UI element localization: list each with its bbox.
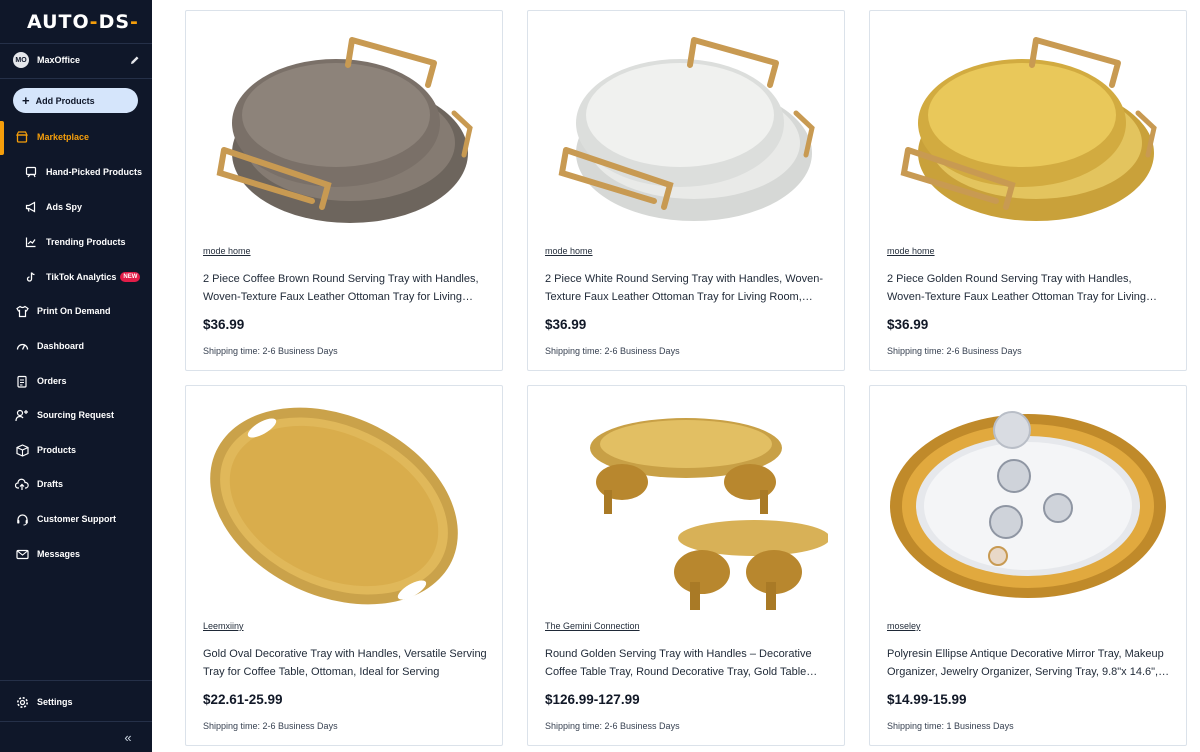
logo-prefix: AUTO xyxy=(27,11,90,33)
sidebar-item-label: Products xyxy=(37,445,77,455)
product-title[interactable]: 2 Piece Coffee Brown Round Serving Tray … xyxy=(203,271,488,306)
tiktok-icon xyxy=(24,270,38,284)
product-card[interactable]: mode home 2 Piece White Round Serving Tr… xyxy=(527,10,845,371)
avatar: MO xyxy=(13,52,29,68)
divider xyxy=(0,43,152,44)
logo-suffix: DS xyxy=(98,11,131,33)
sidebar-item-label: Ads Spy xyxy=(46,202,83,212)
product-brand[interactable]: mode home xyxy=(545,246,593,256)
product-brand[interactable]: The Gemini Connection xyxy=(545,621,640,631)
sidebar-item-label: Marketplace xyxy=(37,132,90,142)
product-shipping-time: Shipping time: 2-6 Business Days xyxy=(545,346,680,356)
product-brand[interactable]: mode home xyxy=(887,246,935,256)
sidebar-item-messages[interactable]: Messages xyxy=(0,539,152,569)
product-title[interactable]: Gold Oval Decorative Tray with Handles, … xyxy=(203,646,488,681)
divider xyxy=(0,680,152,681)
product-brand[interactable]: mode home xyxy=(203,246,251,256)
gear-icon xyxy=(15,695,29,709)
product-card[interactable]: Leemxiiny Gold Oval Decorative Tray with… xyxy=(185,385,503,746)
account-name: MaxOffice xyxy=(37,55,81,65)
product-shipping-time: Shipping time: 1 Business Days xyxy=(887,721,1014,731)
add-products-label: Add Products xyxy=(35,95,95,106)
product-price: $22.61-25.99 xyxy=(203,692,283,707)
product-card[interactable]: mode home 2 Piece Coffee Brown Round Ser… xyxy=(185,10,503,371)
plus-icon: + xyxy=(22,93,30,108)
sidebar-item-label: Hand-Picked Products xyxy=(46,167,143,177)
product-brand[interactable]: Leemxiiny xyxy=(203,621,244,631)
mirror-tray-image[interactable] xyxy=(886,400,1170,612)
pencil-icon[interactable] xyxy=(129,54,141,66)
sidebar-item-products[interactable]: Products xyxy=(0,435,152,465)
divider xyxy=(0,721,152,722)
cloud-upload-icon xyxy=(15,477,29,491)
sidebar: AUTO - DS - MO MaxOffice + Add Products Mar… xyxy=(0,0,152,752)
logo-dash: - xyxy=(130,11,139,33)
box-icon xyxy=(15,443,29,457)
megaphone-icon xyxy=(24,200,38,214)
sidebar-item-label: Orders xyxy=(37,376,67,386)
elephant-tray-image[interactable] xyxy=(544,400,828,612)
sidebar-item-hand-picked-products[interactable]: Hand-Picked Products xyxy=(0,157,152,187)
product-price: $36.99 xyxy=(203,317,245,332)
trending-chart-icon xyxy=(24,235,38,249)
add-products-button[interactable]: + Add Products xyxy=(13,88,138,113)
clipboard-icon xyxy=(15,374,29,388)
product-brand[interactable]: moseley xyxy=(887,621,921,631)
envelope-icon xyxy=(15,547,29,561)
sourcing-icon xyxy=(15,408,29,422)
product-shipping-time: Shipping time: 2-6 Business Days xyxy=(203,346,338,356)
hand-picked-icon xyxy=(24,165,38,179)
white-tray-image[interactable] xyxy=(544,25,828,237)
product-shipping-time: Shipping time: 2-6 Business Days xyxy=(545,721,680,731)
sidebar-item-label: Trending Products xyxy=(46,237,126,247)
sidebar-item-print-on-demand[interactable]: Print On Demand xyxy=(0,296,152,326)
product-shipping-time: Shipping time: 2-6 Business Days xyxy=(203,721,338,731)
product-card[interactable]: moseley Polyresin Ellipse Antique Decora… xyxy=(869,385,1187,746)
sidebar-item-ads-spy[interactable]: Ads Spy xyxy=(0,192,152,222)
sidebar-item-drafts[interactable]: Drafts xyxy=(0,469,152,499)
autods-logo[interactable]: AUTO - DS - xyxy=(27,10,139,34)
product-shipping-time: Shipping time: 2-6 Business Days xyxy=(887,346,1022,356)
sidebar-item-tiktok-analytics[interactable]: TikTok Analytics NEW xyxy=(0,262,152,292)
sidebar-item-label: Customer Support xyxy=(37,514,117,524)
sidebar-item-settings[interactable]: Settings xyxy=(0,687,152,717)
sidebar-item-trending-products[interactable]: Trending Products xyxy=(0,227,152,257)
headset-icon xyxy=(15,512,29,526)
sidebar-item-label: Drafts xyxy=(37,479,64,489)
sidebar-item-label: Dashboard xyxy=(37,341,85,351)
sidebar-item-label: Print On Demand xyxy=(37,306,111,316)
product-card[interactable]: mode home 2 Piece Golden Round Serving T… xyxy=(869,10,1187,371)
product-title[interactable]: 2 Piece Golden Round Serving Tray with H… xyxy=(887,271,1172,306)
golden-tray-image[interactable] xyxy=(886,25,1170,237)
sidebar-item-label: Messages xyxy=(37,549,81,559)
collapse-sidebar-button[interactable]: « xyxy=(120,729,136,745)
sidebar-item-label: Settings xyxy=(37,697,73,707)
sidebar-item-marketplace[interactable]: Marketplace xyxy=(0,122,152,152)
new-badge: NEW xyxy=(120,272,141,282)
sidebar-item-label: TikTok Analytics xyxy=(46,272,117,282)
gold-oval-tray-image[interactable] xyxy=(202,400,486,612)
store-icon xyxy=(15,130,29,144)
sidebar-item-customer-support[interactable]: Customer Support xyxy=(0,504,152,534)
product-title[interactable]: Polyresin Ellipse Antique Decorative Mir… xyxy=(887,646,1172,681)
divider xyxy=(0,78,152,79)
product-card[interactable]: The Gemini Connection Round Golden Servi… xyxy=(527,385,845,746)
shirt-icon xyxy=(15,304,29,318)
product-title[interactable]: Round Golden Serving Tray with Handles –… xyxy=(545,646,830,681)
sidebar-item-orders[interactable]: Orders xyxy=(0,366,152,396)
sidebar-item-dashboard[interactable]: Dashboard xyxy=(0,331,152,361)
sidebar-item-label: Sourcing Request xyxy=(37,410,115,420)
product-price: $36.99 xyxy=(545,317,587,332)
account-selector[interactable]: MO MaxOffice xyxy=(13,51,141,69)
logo-dash: - xyxy=(89,11,99,33)
sidebar-item-sourcing-request[interactable]: Sourcing Request xyxy=(0,400,152,430)
product-price: $14.99-15.99 xyxy=(887,692,967,707)
brown-tray-image[interactable] xyxy=(202,25,486,237)
product-title[interactable]: 2 Piece White Round Serving Tray with Ha… xyxy=(545,271,830,306)
gauge-icon xyxy=(15,339,29,353)
product-price: $36.99 xyxy=(887,317,929,332)
product-price: $126.99-127.99 xyxy=(545,692,640,707)
